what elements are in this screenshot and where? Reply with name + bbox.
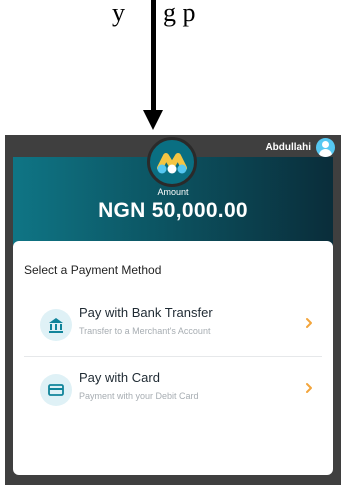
card-subtitle: Payment with your Debit Card — [79, 391, 199, 401]
chevron-right-icon — [302, 381, 316, 395]
caption-text-fragment: y g p — [0, 0, 344, 40]
annotation-arrow-line — [151, 0, 156, 112]
amount-value: NGN 50,000.00 — [98, 199, 248, 222]
bank-transfer-subtitle: Transfer to a Merchant's Account — [79, 326, 211, 336]
pay-card-option[interactable]: Pay with Card Payment with your Debit Ca… — [24, 364, 322, 418]
brand-logo-icon — [147, 137, 197, 187]
payment-method-card: Select a Payment Method Pay with Bank Tr… — [13, 241, 333, 475]
user-name: Abdullahi — [265, 142, 311, 153]
bank-icon — [40, 309, 72, 341]
user-menu[interactable]: Abdullahi — [265, 138, 335, 157]
annotation-arrow-head — [143, 110, 163, 130]
card-title: Pay with Card — [79, 370, 160, 385]
card-icon — [40, 374, 72, 406]
bank-transfer-title: Pay with Bank Transfer — [79, 305, 213, 320]
caption-fragment-left: y — [112, 0, 125, 27]
chevron-right-icon — [302, 316, 316, 330]
amount-label: Amount — [157, 187, 189, 197]
payment-widget: Abdullahi Amount NGN 50,000.00 Select a … — [5, 135, 341, 485]
method-divider — [24, 356, 322, 357]
pay-bank-transfer-option[interactable]: Pay with Bank Transfer Transfer to a Mer… — [24, 299, 322, 353]
select-payment-title: Select a Payment Method — [24, 263, 162, 277]
user-avatar-icon[interactable] — [316, 138, 335, 157]
caption-fragment-right: g p — [163, 0, 196, 27]
